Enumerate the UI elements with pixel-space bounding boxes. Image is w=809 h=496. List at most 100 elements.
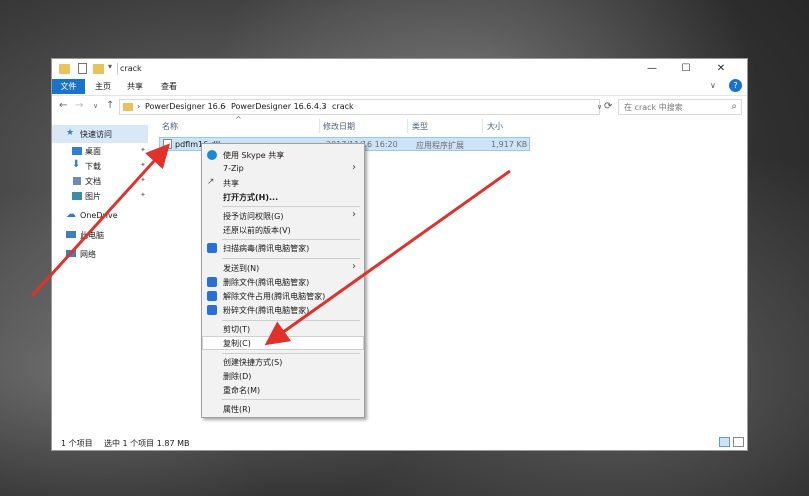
document-icon	[73, 177, 81, 185]
share-icon: ↗	[207, 177, 215, 187]
column-header-modified[interactable]: 修改日期	[323, 121, 355, 132]
tab-share[interactable]: 共享	[124, 79, 146, 94]
menu-item-label: 发送到(N)	[223, 264, 260, 273]
context-menu: 使用 Skype 共享 7-Zip › ↗ 共享 打开方式(H)... 授予访问…	[201, 143, 365, 418]
menu-item-label: 扫描病毒(腾讯电脑管家)	[223, 244, 310, 253]
sort-indicator-icon: ^	[235, 115, 242, 124]
file-type: 应用程序扩展	[416, 141, 464, 150]
address-bar[interactable]: › PowerDesigner 16.6 › PowerDesigner 16.…	[119, 99, 600, 115]
column-divider[interactable]	[319, 119, 320, 133]
menu-item-delete[interactable]: 删除(D)	[202, 369, 364, 383]
shield-icon	[207, 243, 217, 253]
maximize-button[interactable]: ☐	[669, 59, 703, 79]
breadcrumb-item[interactable]: PowerDesigner 16.6.4.3	[231, 102, 327, 111]
help-icon[interactable]: ?	[729, 79, 742, 92]
refresh-icon[interactable]: ⟳	[604, 101, 612, 112]
recent-locations-icon[interactable]: ∨	[93, 102, 98, 110]
menu-item-unlock-file[interactable]: 解除文件占用(腾讯电脑管家)	[202, 289, 364, 303]
folder-icon	[59, 64, 70, 74]
address-dropdown-icon[interactable]: ∨	[597, 103, 602, 111]
breadcrumb-item[interactable]: crack	[332, 102, 354, 111]
menu-item-label: 重命名(M)	[223, 386, 261, 395]
search-box[interactable]: 在 crack 中搜索 ⌕	[618, 99, 742, 115]
menu-item-skype-share[interactable]: 使用 Skype 共享	[202, 148, 364, 162]
tab-file[interactable]: 文件	[52, 79, 85, 94]
menu-item-send-to[interactable]: 发送到(N) ›	[202, 261, 364, 275]
column-divider[interactable]	[482, 119, 483, 133]
delete-file-icon	[207, 277, 217, 287]
sidebar-item-label: 此电脑	[80, 231, 104, 240]
back-icon[interactable]: ←	[59, 100, 67, 111]
sidebar-item-label: 文档	[85, 177, 101, 186]
menu-item-scan-virus[interactable]: 扫描病毒(腾讯电脑管家)	[202, 241, 364, 255]
ribbon-tabs: 文件 主页 共享 查看 ∨ ?	[52, 79, 747, 94]
breadcrumb-separator[interactable]: ›	[323, 102, 326, 111]
sidebar-item-label: 网络	[80, 250, 96, 259]
breadcrumb-item[interactable]: PowerDesigner 16.6	[145, 102, 225, 111]
sidebar-item-this-pc[interactable]: 此电脑	[52, 226, 148, 244]
large-icons-view-icon[interactable]	[733, 437, 744, 447]
menu-item-delete-file-tencent[interactable]: 删除文件(腾讯电脑管家)	[202, 275, 364, 289]
breadcrumb-separator[interactable]: ›	[223, 102, 226, 111]
new-folder-icon[interactable]	[93, 64, 104, 74]
menu-item-open-with[interactable]: 打开方式(H)...	[202, 190, 364, 204]
dll-file-icon	[163, 139, 172, 149]
submenu-arrow-icon: ›	[352, 162, 356, 173]
column-header-type[interactable]: 类型	[412, 121, 428, 132]
sidebar-item-label: 桌面	[85, 147, 101, 156]
close-button[interactable]: ✕	[704, 59, 738, 79]
download-icon: ⬇	[72, 159, 81, 170]
details-view-icon[interactable]	[719, 437, 730, 447]
menu-item-properties[interactable]: 属性(R)	[202, 402, 364, 416]
submenu-arrow-icon: ›	[352, 261, 356, 272]
quick-access-toolbar-dropdown-icon[interactable]: ▾	[108, 62, 112, 74]
menu-item-shred-file[interactable]: 粉碎文件(腾讯电脑管家)	[202, 303, 364, 317]
menu-item-label: 解除文件占用(腾讯电脑管家)	[223, 292, 326, 301]
menu-item-create-shortcut[interactable]: 创建快捷方式(S)	[202, 355, 364, 369]
breadcrumb-separator[interactable]: ›	[137, 102, 140, 111]
search-icon[interactable]: ⌕	[731, 101, 737, 112]
pin-icon: ✦	[140, 176, 146, 184]
menu-item-label: 使用 Skype 共享	[223, 151, 285, 160]
window-title: crack	[120, 64, 142, 73]
sidebar-item-network[interactable]: 网络	[52, 245, 148, 263]
menu-item-rename[interactable]: 重命名(M)	[202, 383, 364, 397]
menu-separator	[222, 320, 360, 321]
column-header-name[interactable]: 名称	[162, 121, 178, 132]
menu-item-restore-versions[interactable]: 还原以前的版本(V)	[202, 223, 364, 237]
column-header-size[interactable]: 大小	[487, 121, 503, 132]
up-icon[interactable]: ↑	[106, 100, 114, 111]
menu-item-label: 共享	[223, 179, 239, 188]
sidebar-item-quick-access[interactable]: ★ 快速访问	[52, 125, 148, 143]
star-icon: ★	[66, 128, 75, 138]
menu-item-7zip[interactable]: 7-Zip ›	[202, 162, 364, 176]
pin-icon: ✦	[140, 191, 146, 199]
menu-item-label: 授予访问权限(G)	[223, 212, 284, 221]
sidebar-item-label: 图片	[85, 192, 101, 201]
menu-item-cut[interactable]: 剪切(T)	[202, 322, 364, 336]
column-divider[interactable]	[407, 119, 408, 133]
sidebar-item-pictures[interactable]: 图片 ✦	[52, 187, 148, 205]
menu-item-copy[interactable]: 复制(C)	[202, 336, 364, 350]
menu-item-label: 创建快捷方式(S)	[223, 358, 283, 367]
pin-icon: ✦	[140, 146, 146, 154]
forward-icon[interactable]: →	[75, 100, 83, 111]
menu-separator	[222, 399, 360, 400]
tab-home[interactable]: 主页	[92, 79, 114, 94]
menu-item-label: 打开方式(H)...	[223, 193, 279, 202]
menu-item-give-access[interactable]: 授予访问权限(G) ›	[202, 209, 364, 223]
sidebar-item-onedrive[interactable]: ☁ OneDrive	[52, 207, 148, 225]
file-explorer-window: ▾ crack — ☐ ✕ 文件 主页 共享 查看 ∨ ? ← → ∨ ↑ › …	[51, 58, 748, 451]
expand-ribbon-icon[interactable]: ∨	[710, 81, 716, 90]
cloud-icon: ☁	[66, 209, 76, 220]
menu-separator	[222, 239, 360, 240]
pin-icon: ✦	[140, 161, 146, 169]
minimize-button[interactable]: —	[635, 59, 669, 79]
menu-item-share[interactable]: ↗ 共享	[202, 176, 364, 190]
file-size: 1,917 KB	[491, 140, 528, 149]
tab-view[interactable]: 查看	[158, 79, 180, 94]
menu-item-label: 删除文件(腾讯电脑管家)	[223, 278, 310, 287]
network-icon	[66, 250, 76, 257]
properties-icon[interactable]	[78, 63, 87, 74]
item-count: 1 个项目	[61, 439, 93, 448]
